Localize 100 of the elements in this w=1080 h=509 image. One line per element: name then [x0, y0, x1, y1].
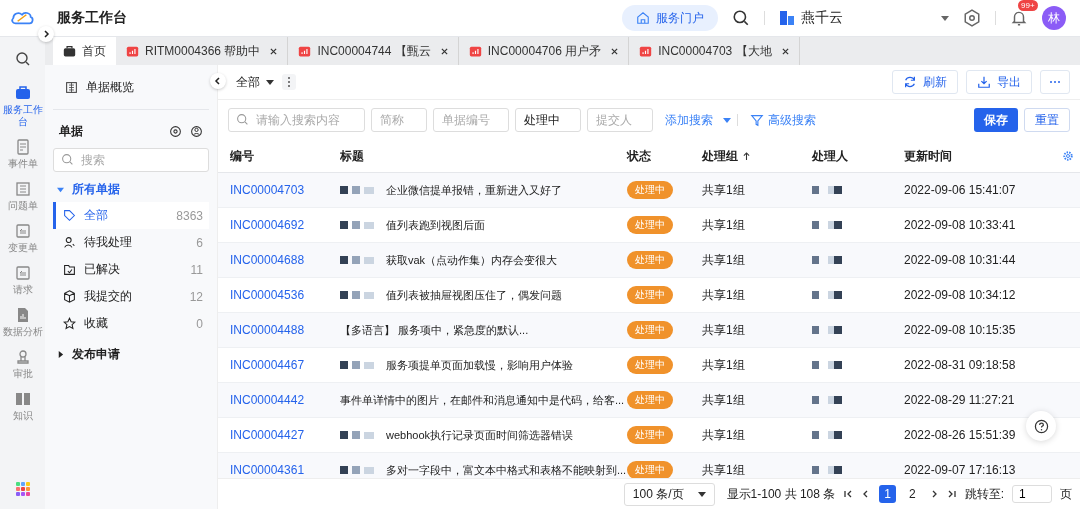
collapse-button[interactable]: [210, 73, 226, 89]
ticket-link[interactable]: INC00004427: [218, 428, 340, 442]
refresh-icon: [903, 75, 917, 89]
rail-item[interactable]: 数据分析: [1, 307, 44, 338]
apps-grid-icon[interactable]: [14, 481, 31, 497]
rail-item[interactable]: 服务工作台: [1, 85, 44, 128]
first-page-icon[interactable]: [843, 489, 854, 499]
table-cell-text: 共享1组: [702, 181, 746, 199]
rail-item[interactable]: 事件单: [1, 139, 44, 170]
table-cell-text: 共享1组: [702, 426, 746, 444]
settings-icon[interactable]: [169, 124, 182, 138]
redaction-mark: [812, 255, 844, 265]
table-cell-text: 2022-08-26 15:51:39: [904, 428, 1017, 442]
tab[interactable]: INC00004706 用户矛: [458, 37, 630, 65]
filter-field[interactable]: 单据编号: [433, 108, 509, 132]
page-size-select[interactable]: 100 条/页: [623, 482, 715, 506]
ticket-link[interactable]: INC00004692: [218, 218, 340, 232]
tree-item[interactable]: 待我处理 6: [53, 229, 209, 256]
filter-field[interactable]: 处理中: [515, 108, 581, 132]
ticket-link[interactable]: INC00004488: [218, 323, 340, 337]
notification-badge: 99+: [1018, 0, 1038, 11]
close-icon[interactable]: [440, 47, 448, 55]
tree-item[interactable]: 全部 8363: [53, 202, 209, 229]
filter-icon: [750, 113, 764, 127]
status-tag: 处理中: [627, 461, 673, 478]
advanced-search-link[interactable]: 高级搜索: [750, 111, 816, 129]
tree-group[interactable]: 所有单据: [53, 176, 209, 202]
view-select[interactable]: 全部: [236, 73, 274, 91]
column-header[interactable]: 处理组: [702, 147, 812, 165]
rail-item[interactable]: 知识: [1, 391, 44, 422]
expand-button[interactable]: [38, 26, 54, 42]
redaction-mark: [812, 220, 844, 230]
export-button[interactable]: 导出: [966, 70, 1032, 94]
close-icon[interactable]: [781, 47, 789, 55]
refresh-button[interactable]: 刷新: [892, 70, 958, 94]
chevron-right-icon: [42, 30, 50, 38]
status-tag: 处理中: [627, 216, 673, 234]
close-icon[interactable]: [611, 47, 619, 55]
ticket-link[interactable]: INC00004467: [218, 358, 340, 372]
chart-icon: [468, 44, 482, 58]
ticket-link[interactable]: INC00004703: [218, 183, 340, 197]
reset-button[interactable]: 重置: [1024, 108, 1070, 132]
page-input[interactable]: 1: [1012, 485, 1052, 503]
overview-link[interactable]: 单据概览: [53, 65, 209, 110]
ticket-link[interactable]: INC00004688: [218, 253, 340, 267]
ticket-title: 【多语言】 服务项中，紧急度的默认...: [340, 322, 529, 338]
search-field[interactable]: 请输入搜索内容: [228, 108, 365, 132]
add-search-link[interactable]: 添加搜索: [665, 111, 731, 129]
search-icon[interactable]: [732, 9, 750, 27]
column-header[interactable]: 编号: [218, 147, 340, 165]
status-tag: 处理中: [627, 286, 673, 304]
column-header[interactable]: 标题: [340, 147, 627, 165]
chart-icon: [126, 44, 139, 58]
table-cell-text: 2022-09-08 10:33:41: [904, 218, 1017, 232]
status-tag: 处理中: [627, 391, 673, 409]
chevron-left-icon: [214, 77, 222, 85]
user-circle-icon[interactable]: [190, 124, 203, 138]
column-header[interactable]: 更新时间: [904, 147, 1080, 165]
briefcase-icon: [63, 44, 76, 58]
status-tag: 处理中: [627, 251, 673, 269]
search-icon[interactable]: [14, 51, 31, 67]
more-button[interactable]: [282, 74, 296, 90]
app-title: 服务工作台: [57, 9, 127, 27]
status-tag: 处理中: [627, 426, 673, 444]
rail-item[interactable]: 问题单: [1, 181, 44, 212]
ticket-title: 企业微信提单报错，重新进入又好了: [386, 182, 562, 198]
column-header[interactable]: 处理人: [812, 147, 904, 165]
settings-icon[interactable]: [963, 9, 981, 27]
tab[interactable]: INC00004703 【大地: [629, 37, 800, 65]
tree-group[interactable]: 发布申请: [53, 341, 209, 367]
caret-icon[interactable]: [941, 15, 949, 21]
tree-item[interactable]: 收藏 0: [53, 310, 209, 337]
table-cell-text: 2022-09-08 10:15:35: [904, 323, 1017, 337]
filter-field[interactable]: 简称: [371, 108, 427, 132]
chart-icon: [298, 44, 312, 58]
tree-item[interactable]: 已解决 11: [53, 256, 209, 283]
tree-item[interactable]: 我提交的 12: [53, 283, 209, 310]
rail-item[interactable]: 变更单: [1, 223, 44, 254]
save-button[interactable]: 保存: [974, 108, 1018, 132]
status-tag: 处理中: [627, 321, 673, 339]
user-avatar[interactable]: 林: [1042, 6, 1066, 30]
last-page-icon[interactable]: [946, 489, 957, 499]
column-header[interactable]: 状态: [627, 147, 702, 165]
ticket-link[interactable]: INC00004536: [218, 288, 340, 302]
bell-icon[interactable]: [1010, 9, 1028, 27]
caret-icon: [57, 185, 64, 193]
filter-field[interactable]: 提交人: [587, 108, 653, 132]
portal-button[interactable]: 服务门户: [622, 5, 718, 31]
close-icon[interactable]: [270, 47, 278, 55]
tab[interactable]: INC00004744 【甄云: [288, 37, 459, 65]
rail-item[interactable]: 审批: [1, 349, 44, 380]
status-tag: 处理中: [627, 181, 673, 199]
page-number[interactable]: 1: [879, 485, 896, 503]
ticket-link[interactable]: INC00004442: [218, 393, 340, 407]
tab[interactable]: 首页: [53, 37, 116, 65]
ticket-link[interactable]: INC00004361: [218, 463, 340, 477]
rail-item[interactable]: 请求: [1, 265, 44, 296]
help-button[interactable]: [1026, 411, 1056, 441]
search-field[interactable]: 搜索: [53, 148, 209, 172]
page-number[interactable]: 2: [903, 485, 921, 503]
